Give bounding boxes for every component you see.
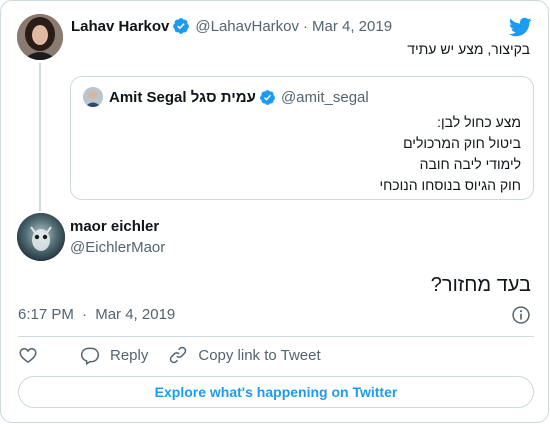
quoted-tweet-header: Amit Segal עמית סגל @amit_segal xyxy=(83,87,369,107)
tweet-date[interactable]: Mar 4, 2019 xyxy=(95,306,175,323)
tweet-timestamp[interactable]: 6:17 PM · Mar 4, 2019 xyxy=(18,306,175,323)
parent-author-avatar[interactable] xyxy=(17,14,63,60)
tweet-actions-bar: Reply Copy link to Tweet xyxy=(18,345,341,365)
thread-connector-line xyxy=(39,63,41,211)
copy-link-button[interactable]: Copy link to Tweet xyxy=(168,345,321,365)
parent-author-name[interactable]: Lahav Harkov xyxy=(71,18,169,35)
quoted-tweet-card[interactable]: Amit Segal עמית סגל @amit_segal מצע כחול… xyxy=(70,76,534,200)
quoted-tweet-text: מצע כחול לבן: ביטול חוק המרכולים לימודי … xyxy=(379,112,521,196)
quoted-author-handle: @amit_segal xyxy=(280,88,369,106)
tweet-embed-card: Lahav Harkov @LahavHarkov · Mar 4, 2019 … xyxy=(0,0,549,423)
quoted-line: ביטול חוק המרכולים xyxy=(403,135,521,151)
tweet-time[interactable]: 6:17 PM xyxy=(18,306,74,323)
verified-badge-icon xyxy=(173,18,190,34)
quoted-line: חוק הגיוס בנוסחו הנוכחי xyxy=(379,177,521,193)
reply-button[interactable]: Reply xyxy=(80,345,148,365)
verified-badge-icon xyxy=(260,89,275,105)
reply-icon xyxy=(80,347,100,365)
quoted-author-avatar xyxy=(83,87,103,107)
header-separator: · xyxy=(303,17,308,35)
quoted-author-name: Amit Segal עמית סגל xyxy=(109,88,256,106)
parent-tweet-header: Lahav Harkov @LahavHarkov · Mar 4, 2019 xyxy=(71,17,392,35)
parent-tweet-text: בקיצור, מצע יש עתיד xyxy=(407,41,530,57)
explore-twitter-button[interactable]: Explore what's happening on Twitter xyxy=(18,376,534,408)
main-tweet-text: בעד מחזור? xyxy=(430,274,531,296)
copy-link-label: Copy link to Tweet xyxy=(198,346,321,364)
like-button[interactable] xyxy=(18,345,48,365)
main-author-handle[interactable]: @EichlerMaor xyxy=(70,239,165,256)
quoted-line: לימודי ליבה חובה xyxy=(419,156,521,172)
info-icon[interactable] xyxy=(511,305,531,325)
timestamp-separator: · xyxy=(82,306,88,323)
quoted-line: מצע כחול לבן: xyxy=(437,114,521,130)
main-author-avatar[interactable] xyxy=(17,213,65,261)
main-author-name[interactable]: maor eichler xyxy=(70,218,159,235)
parent-tweet-date[interactable]: Mar 4, 2019 xyxy=(312,18,392,35)
link-icon xyxy=(170,346,187,364)
twitter-bird-icon[interactable] xyxy=(508,15,532,39)
actions-divider xyxy=(18,336,534,337)
reply-label: Reply xyxy=(110,346,149,364)
parent-author-handle[interactable]: @LahavHarkov xyxy=(195,18,299,35)
heart-icon xyxy=(19,347,37,363)
